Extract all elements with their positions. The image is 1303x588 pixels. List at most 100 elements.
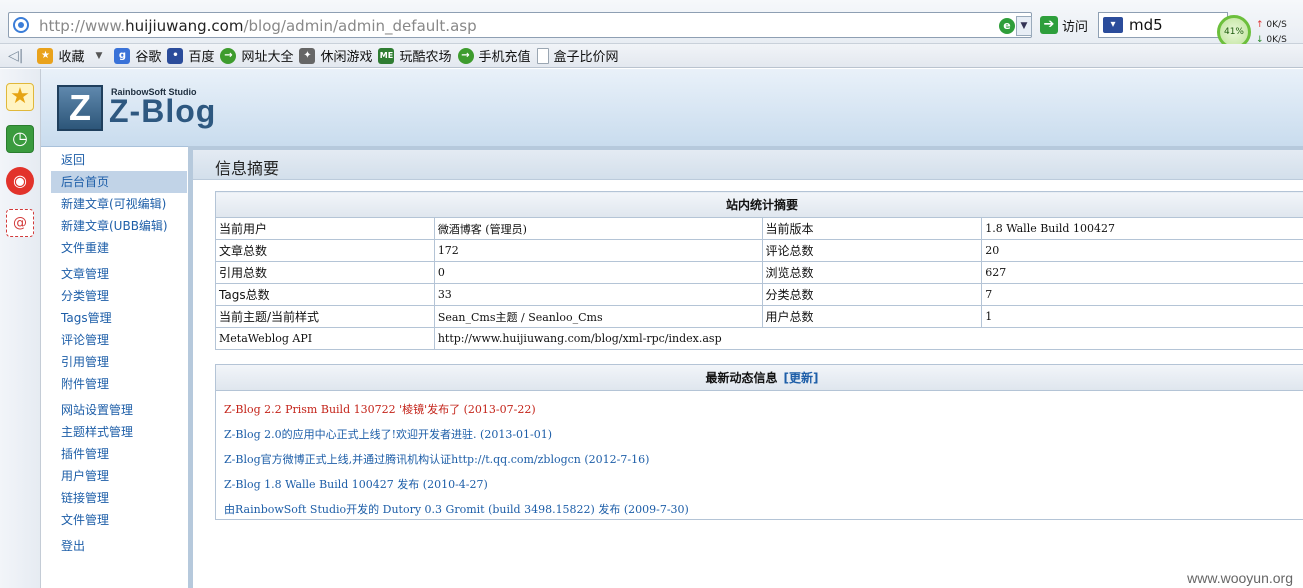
ie-page-icon xyxy=(13,17,29,33)
nav-article-manage[interactable]: 文章管理 xyxy=(51,263,187,285)
favorites-star-icon[interactable]: ★ xyxy=(6,83,34,111)
stat-value: 微酒博客 (管理员) xyxy=(433,217,763,240)
news-refresh-link[interactable]: [更新] xyxy=(784,371,819,385)
api-url: http://www.huijiuwang.com/blog/xml-rpc/i… xyxy=(433,327,1303,350)
admin-header: Z RainbowSoft Studio Z-Blog xyxy=(41,69,1303,147)
nav-back[interactable]: 返回 xyxy=(51,149,187,171)
table-row: MetaWeblog API http://www.huijiuwang.com… xyxy=(215,327,1303,350)
api-label: MetaWeblog API xyxy=(215,327,435,350)
news-item[interactable]: 由RainbowSoft Studio开发的 Dutory 0.3 Gromit… xyxy=(224,497,1303,522)
google-icon: g xyxy=(114,47,131,64)
mail-icon[interactable]: @ xyxy=(6,209,34,237)
green-globe-icon: → xyxy=(220,47,237,64)
visit-button[interactable]: ➔ 访问 xyxy=(1040,14,1088,36)
table-row: 当前用户 微酒博客 (管理员) 当前版本 1.8 Walle Build 100… xyxy=(215,217,1303,240)
favorite-hezi[interactable]: 盒子比价网 xyxy=(536,46,619,65)
go-arrow-icon: ➔ xyxy=(1040,16,1058,34)
nav-new-article-ubb[interactable]: 新建文章(UBB编辑) xyxy=(51,215,187,237)
stat-label: 浏览总数 xyxy=(761,261,983,284)
nav-new-article-visual[interactable]: 新建文章(可视编辑) xyxy=(51,193,187,215)
visit-label: 访问 xyxy=(1062,19,1089,35)
stat-label: 当前用户 xyxy=(215,217,435,240)
nav-rebuild-files[interactable]: 文件重建 xyxy=(51,237,187,259)
nav-theme-manage[interactable]: 主题样式管理 xyxy=(51,421,187,443)
news-title: 最新动态信息 xyxy=(705,371,778,385)
stat-label: 分类总数 xyxy=(761,283,983,306)
news-item[interactable]: Z-Blog 1.8 Walle Build 100427 发布 (2010-4… xyxy=(224,472,1303,497)
search-input[interactable]: ▾ md5 xyxy=(1098,12,1228,38)
upload-arrow-icon: ↑ xyxy=(1256,20,1264,30)
nav-logout[interactable]: 登出 xyxy=(51,535,187,557)
stat-label: 用户总数 xyxy=(761,305,983,328)
logo-product-name: Z-Blog xyxy=(109,93,217,129)
stat-label: 引用总数 xyxy=(215,261,435,284)
table-row: 当前主题/当前样式 Sean_Cms主题 / Seanloo_Cms 用户总数 … xyxy=(215,305,1303,328)
search-value: md5 xyxy=(1129,16,1163,34)
stat-label: 当前主题/当前样式 xyxy=(215,305,435,328)
stats-header-row: 站内统计摘要 xyxy=(215,191,1303,218)
stat-value: 1 xyxy=(981,305,1303,328)
stat-value: 20 xyxy=(981,239,1303,262)
stat-value: 33 xyxy=(433,283,763,306)
compat-mode-icon[interactable]: e xyxy=(999,18,1015,34)
nav-link-manage[interactable]: 链接管理 xyxy=(51,487,187,509)
nav-dashboard[interactable]: 后台首页 xyxy=(51,171,187,193)
main-content: 信息摘要 站内统计摘要 当前用户 微酒博客 (管理员) 当前版本 1.8 Wal… xyxy=(188,146,1303,588)
admin-nav: 返回 后台首页 新建文章(可视编辑) 新建文章(UBB编辑) 文件重建 文章管理… xyxy=(51,149,187,557)
news-item[interactable]: Z-Blog 2.2 Prism Build 130722 '棱镜'发布了 (2… xyxy=(224,397,1303,422)
baidu-paw-icon[interactable]: ▾ xyxy=(1103,17,1123,33)
favorite-hao123[interactable]: → 网址大全 xyxy=(220,46,293,65)
stats-table: 站内统计摘要 当前用户 微酒博客 (管理员) 当前版本 1.8 Walle Bu… xyxy=(215,191,1303,350)
nav-category-manage[interactable]: 分类管理 xyxy=(51,285,187,307)
sidebar-toggle-icon[interactable]: ◁| xyxy=(8,48,23,64)
favorite-farm[interactable]: ME 玩酷农场 xyxy=(378,46,452,65)
stat-value: 627 xyxy=(981,261,1303,284)
nav-file-manage[interactable]: 文件管理 xyxy=(51,509,187,531)
page-icon xyxy=(536,47,549,64)
news-panel: 最新动态信息 [更新] Z-Blog 2.2 Prism Build 130722… xyxy=(215,364,1303,520)
favorites-menu[interactable]: ★ 收藏 ▼ xyxy=(37,46,102,65)
table-row: 文章总数 172 评论总数 20 xyxy=(215,239,1303,262)
nav-plugin-manage[interactable]: 插件管理 xyxy=(51,443,187,465)
news-item[interactable]: Z-Blog 2.0的应用中心正式上线了!欢迎开发者进驻. (2013-01-0… xyxy=(224,422,1303,447)
stat-value: 1.8 Walle Build 100427 xyxy=(981,217,1303,240)
history-clock-icon[interactable]: ◷ xyxy=(6,125,34,153)
baidu-paw-icon: • xyxy=(167,47,184,64)
favorite-google[interactable]: g 谷歌 xyxy=(114,46,161,65)
farm-icon: ME xyxy=(378,47,395,64)
browser-address-row: http://www.huijiuwang.com/blog/admin/adm… xyxy=(0,0,1303,49)
watermark: www.wooyun.org xyxy=(1187,570,1293,586)
weibo-icon[interactable]: ◉ xyxy=(6,167,34,195)
stat-label: 文章总数 xyxy=(215,239,435,262)
table-row: Tags总数 33 分类总数 7 xyxy=(215,283,1303,306)
page-title: 信息摘要 xyxy=(215,159,280,178)
nav-user-manage[interactable]: 用户管理 xyxy=(51,465,187,487)
address-dropdown-button[interactable]: ▼ xyxy=(1016,16,1032,36)
favorites-bar: ◁| ★ 收藏 ▼ g 谷歌 • 百度 → 网址大全 ✦ 休闲游戏 ME 玩酷农场… xyxy=(0,44,1303,68)
favorite-recharge[interactable]: → 手机充值 xyxy=(457,46,531,65)
address-url[interactable]: http://www.huijiuwang.com/blog/admin/adm… xyxy=(39,17,477,35)
green-globe-icon: → xyxy=(457,47,474,64)
stat-value: 0 xyxy=(433,261,763,284)
stat-value: Sean_Cms主题 / Seanloo_Cms xyxy=(433,305,763,328)
stat-label: 评论总数 xyxy=(761,239,983,262)
nav-comment-manage[interactable]: 评论管理 xyxy=(51,329,187,351)
nav-attachment-manage[interactable]: 附件管理 xyxy=(51,373,187,395)
news-list: Z-Blog 2.2 Prism Build 130722 '棱镜'发布了 (2… xyxy=(216,391,1303,522)
content-title-bar: 信息摘要 xyxy=(193,150,1303,180)
favorite-baidu[interactable]: • 百度 xyxy=(167,46,214,65)
news-header: 最新动态信息 [更新] xyxy=(216,365,1303,391)
browser-side-panel: ★ ◷ ◉ @ xyxy=(0,69,41,588)
nav-site-settings[interactable]: 网站设置管理 xyxy=(51,399,187,421)
nav-trackback-manage[interactable]: 引用管理 xyxy=(51,351,187,373)
nav-tags-manage[interactable]: Tags管理 xyxy=(51,307,187,329)
stats-title: 站内统计摘要 xyxy=(215,191,1303,218)
star-icon: ★ xyxy=(37,47,54,64)
stat-value: 7 xyxy=(981,283,1303,306)
zblog-logo-icon: Z xyxy=(57,85,103,131)
stat-label: 当前版本 xyxy=(761,217,983,240)
favorite-games[interactable]: ✦ 休闲游戏 xyxy=(299,46,372,65)
news-item[interactable]: Z-Blog官方微博正式上线,并通过腾讯机构认证http://t.qq.com/… xyxy=(224,447,1303,472)
address-bar[interactable]: http://www.huijiuwang.com/blog/admin/adm… xyxy=(8,12,1032,38)
stat-value: 172 xyxy=(433,239,763,262)
